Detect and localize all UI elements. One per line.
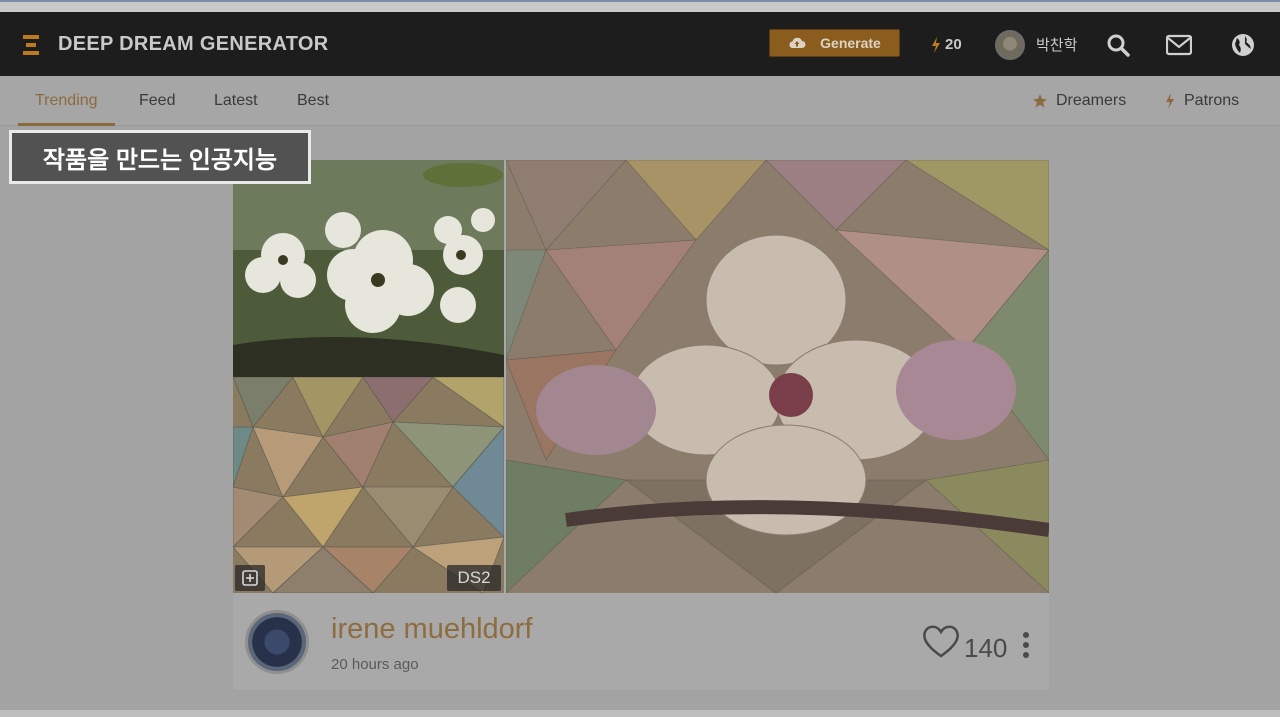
tab-best[interactable]: Best	[297, 76, 329, 126]
like-count: 140	[964, 633, 1008, 663]
source-image[interactable]	[233, 160, 504, 377]
author-name[interactable]: irene muehldorf	[331, 613, 533, 646]
expand-button[interactable]	[235, 565, 265, 591]
bolt-icon	[932, 36, 940, 53]
nav-patrons-label: Patrons	[1184, 92, 1240, 109]
plus-square-icon	[242, 570, 258, 586]
user-name[interactable]: 박찬학	[1036, 34, 1077, 55]
card-footer: irene muehldorf 20 hours ago 140	[233, 593, 1049, 690]
logo-icon[interactable]	[22, 34, 40, 56]
star-icon	[1033, 94, 1047, 108]
mail-icon[interactable]	[1166, 32, 1192, 58]
nav-patrons[interactable]: Patrons	[1164, 76, 1239, 126]
user-avatar[interactable]	[995, 30, 1025, 60]
nav-dreamers-label: Dreamers	[1056, 92, 1127, 109]
credits-count: 20	[945, 36, 962, 53]
tab-feed[interactable]: Feed	[139, 76, 175, 126]
tab-latest[interactable]: Latest	[214, 76, 258, 126]
dream-card: DS2 irene muehldorf 20 hours ago 140	[233, 160, 1049, 690]
model-badge: DS2	[447, 565, 501, 591]
more-options-icon[interactable]	[1021, 631, 1031, 659]
page-bottom-edge	[0, 710, 1280, 717]
bolt-icon	[1166, 93, 1174, 109]
browser-top-edge	[0, 0, 1280, 12]
tab-trending[interactable]: Trending	[18, 76, 115, 126]
energy-credits[interactable]: 20	[931, 36, 962, 53]
brand-name[interactable]: DEEP DREAM GENERATOR	[58, 33, 328, 56]
author-avatar[interactable]	[245, 610, 309, 674]
heart-icon[interactable]	[921, 623, 961, 659]
post-time: 20 hours ago	[331, 656, 419, 673]
globe-icon[interactable]	[1230, 32, 1256, 58]
cloud-upload-icon	[789, 37, 806, 48]
result-image[interactable]	[506, 160, 1049, 593]
overlay-caption: 작품을 만드는 인공지능	[9, 130, 311, 184]
search-icon[interactable]	[1105, 32, 1131, 58]
style-image[interactable]	[233, 377, 504, 593]
generate-label: Generate	[820, 35, 881, 51]
generate-button[interactable]: Generate	[769, 29, 900, 57]
sub-navigation: Trending Feed Latest Best Dreamers Patro…	[0, 76, 1280, 126]
nav-dreamers[interactable]: Dreamers	[1032, 76, 1126, 126]
top-header: DEEP DREAM GENERATOR Generate 20 박찬학	[0, 12, 1280, 76]
